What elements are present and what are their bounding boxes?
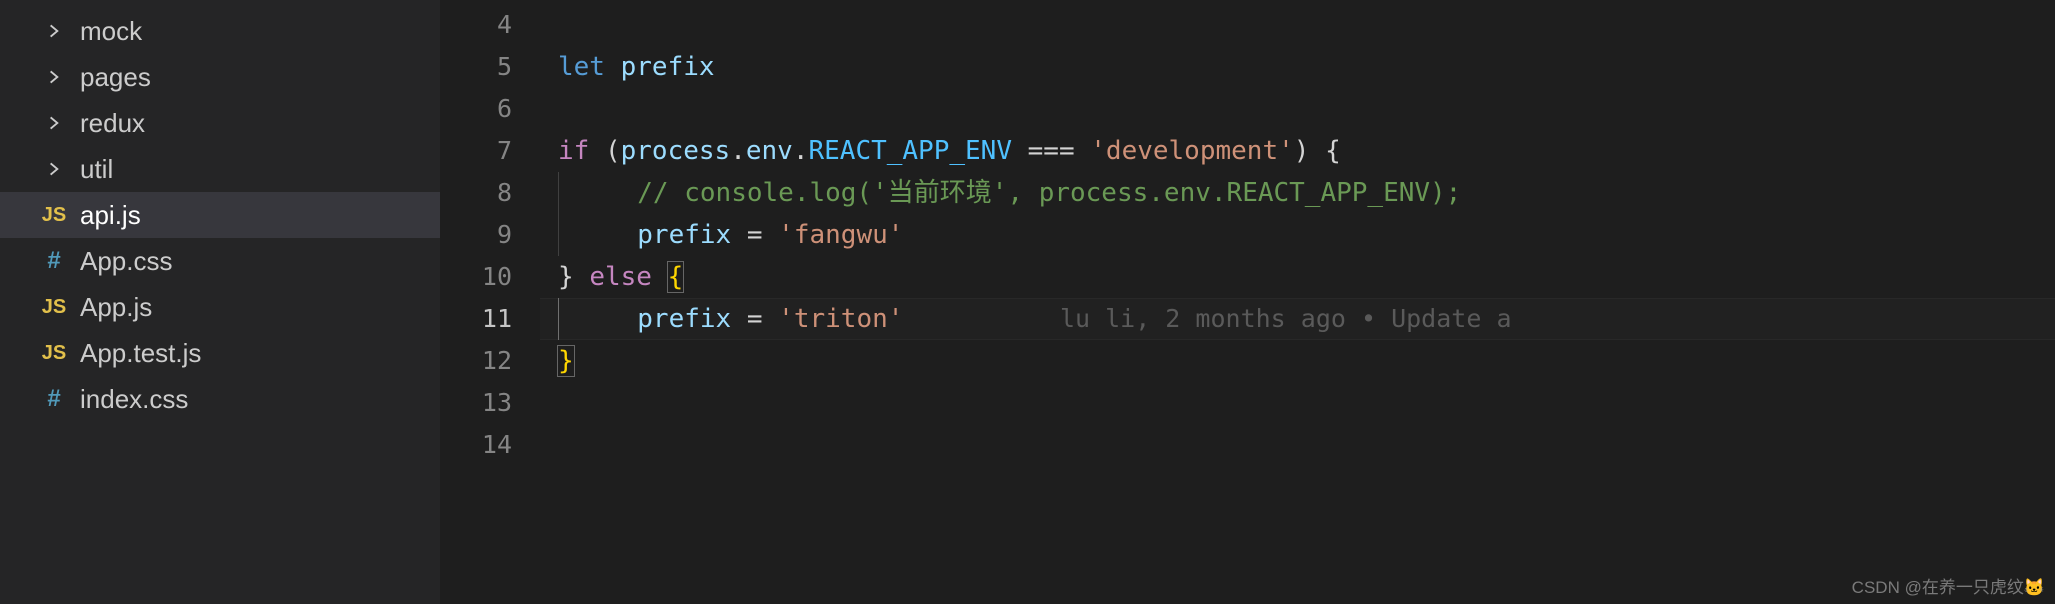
folder-mock[interactable]: mock (0, 8, 440, 54)
token-dot: . (730, 136, 746, 166)
token-keyword: let (558, 52, 605, 82)
token-space (574, 262, 590, 292)
chevron-right-icon (38, 22, 70, 40)
token-string: 'development' (1090, 136, 1294, 166)
token-brace: { (1325, 136, 1341, 166)
token-operator: = (747, 304, 763, 334)
code-line[interactable]: // console.log('当前环境', process.env.REACT… (540, 172, 2055, 214)
line-number: 4 (440, 4, 540, 46)
token-variable: prefix (621, 52, 715, 82)
token-dot: . (793, 136, 809, 166)
code-line-current[interactable]: prefix = 'triton' lu li, 2 months ago • … (540, 298, 2055, 340)
code-line[interactable] (540, 4, 2055, 46)
token-brace-match: { (667, 261, 685, 293)
line-number: 7 (440, 130, 540, 172)
code-line[interactable] (540, 382, 2055, 424)
token-constant: REACT_APP_ENV (808, 136, 1012, 166)
line-number: 9 (440, 214, 540, 256)
file-api-js[interactable]: JS api.js (0, 192, 440, 238)
line-number: 5 (440, 46, 540, 88)
js-file-icon: JS (38, 296, 70, 319)
token-space (652, 262, 668, 292)
token-variable: prefix (637, 304, 731, 334)
token-space (1075, 136, 1091, 166)
line-number-current: 11 (440, 298, 540, 340)
code-line[interactable] (540, 88, 2055, 130)
token-space (1012, 136, 1028, 166)
file-label: api.js (80, 200, 141, 231)
folder-label: redux (80, 108, 145, 139)
js-file-icon: JS (38, 342, 70, 365)
git-blame-annotation: lu li, 2 months ago • Update a (1060, 304, 1512, 333)
token-paren: ) (1294, 136, 1310, 166)
code-area[interactable]: let prefix if (process.env.REACT_APP_ENV… (540, 0, 2055, 604)
token-space (763, 304, 779, 334)
code-line[interactable]: } (540, 340, 2055, 382)
file-app-js[interactable]: JS App.js (0, 284, 440, 330)
file-label: App.css (80, 246, 173, 277)
token-string: 'fangwu' (778, 220, 903, 250)
chevron-right-icon (38, 114, 70, 132)
token-operator: = (747, 220, 763, 250)
line-number: 8 (440, 172, 540, 214)
indent-guide (558, 298, 559, 340)
token-space (589, 136, 605, 166)
token-property: env (746, 136, 793, 166)
file-label: App.test.js (80, 338, 201, 369)
line-number: 12 (440, 340, 540, 382)
file-app-css[interactable]: # App.css (0, 238, 440, 284)
token-space (763, 220, 779, 250)
token-keyword: if (558, 136, 589, 166)
token-brace-match: } (557, 345, 575, 377)
token-paren: ( (605, 136, 621, 166)
folder-label: pages (80, 62, 151, 93)
token-operator: === (1028, 136, 1075, 166)
folder-util[interactable]: util (0, 146, 440, 192)
token-space (605, 52, 621, 82)
chevron-right-icon (38, 160, 70, 178)
token-space (731, 304, 747, 334)
line-number: 13 (440, 382, 540, 424)
line-number: 6 (440, 88, 540, 130)
indent-guide (558, 214, 559, 256)
js-file-icon: JS (38, 204, 70, 227)
token-variable: process (621, 136, 731, 166)
code-line[interactable]: if (process.env.REACT_APP_ENV === 'devel… (540, 130, 2055, 172)
file-explorer: mock pages redux util JS api.js # (0, 0, 440, 604)
code-line[interactable]: } else { (540, 256, 2055, 298)
watermark: CSDN @在养一只虎纹🐱 (1852, 573, 2045, 598)
line-number: 14 (440, 424, 540, 466)
code-line[interactable] (540, 424, 2055, 466)
indent-guide (558, 172, 559, 214)
file-app-test-js[interactable]: JS App.test.js (0, 330, 440, 376)
folder-label: mock (80, 16, 142, 47)
file-label: App.js (80, 292, 152, 323)
css-file-icon: # (38, 247, 70, 275)
token-brace: } (558, 262, 574, 292)
token-space (731, 220, 747, 250)
line-number-gutter: 4 5 6 7 8 9 10 11 12 13 14 (440, 0, 540, 604)
token-keyword: else (589, 262, 652, 292)
file-label: index.css (80, 384, 188, 415)
chevron-right-icon (38, 68, 70, 86)
app-root: mock pages redux util JS api.js # (0, 0, 2055, 604)
code-editor[interactable]: 4 5 6 7 8 9 10 11 12 13 14 let prefix if… (440, 0, 2055, 604)
folder-label: util (80, 154, 113, 185)
folder-redux[interactable]: redux (0, 100, 440, 146)
token-variable: prefix (637, 220, 731, 250)
token-comment: // console.log('当前环境', process.env.REACT… (637, 178, 1461, 208)
token-string: 'triton' (778, 304, 903, 334)
code-line[interactable]: let prefix (540, 46, 2055, 88)
token-space (1309, 136, 1325, 166)
code-line[interactable]: prefix = 'fangwu' (540, 214, 2055, 256)
file-index-css[interactable]: # index.css (0, 376, 440, 422)
line-number: 10 (440, 256, 540, 298)
css-file-icon: # (38, 385, 70, 413)
folder-pages[interactable]: pages (0, 54, 440, 100)
